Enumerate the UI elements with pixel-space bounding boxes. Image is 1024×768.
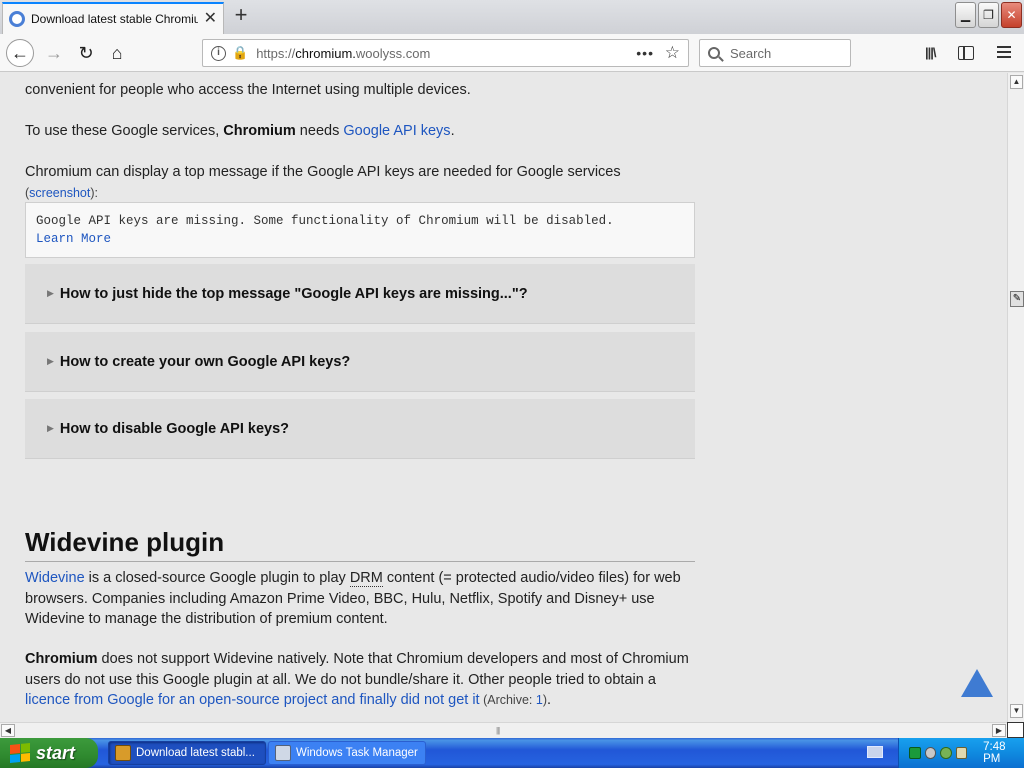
browser-app-icon — [115, 745, 131, 761]
browser-tab-strip: Download latest stable Chromium b ✕ + ▁ … — [0, 0, 1024, 34]
search-input[interactable] — [730, 45, 840, 61]
tab-title: Download latest stable Chromium b — [31, 12, 198, 26]
forward-arrow-icon: → — [45, 42, 63, 63]
taskbar-item-label: Windows Task Manager — [296, 747, 418, 759]
address-bar[interactable]: i 🔒 https:// chromium. woolyss.com ••• ☆ — [202, 39, 689, 67]
navigation-toolbar: ← → ↻ ⌂ i 🔒 https:// chromium. woolyss.c… — [0, 34, 1024, 72]
paragraph-top-message: Chromium can display a top message if th… — [25, 164, 621, 200]
paragraph-devices: convenient for people who access the Int… — [25, 82, 471, 98]
task-manager-icon — [275, 745, 291, 761]
accordion-label: How to just hide the top message "Google… — [59, 285, 528, 302]
bookmark-star-icon[interactable]: ☆ — [665, 43, 680, 63]
clock[interactable]: 7:48 PM — [983, 741, 1024, 765]
screenshot-link[interactable]: screenshot — [29, 186, 90, 200]
accordion-create-api-keys[interactable]: ▶ How to create your own Google API keys… — [25, 332, 695, 392]
forward-button[interactable]: → — [40, 39, 68, 67]
scroll-left-icon[interactable]: ◀ — [1, 724, 15, 737]
windows-logo-icon — [10, 742, 30, 764]
system-tray: 7:48 PM — [898, 738, 1024, 768]
secure-lock-icon[interactable]: 🔒 — [232, 45, 248, 61]
scroll-up-icon[interactable]: ▲ — [1010, 75, 1023, 89]
hamburger-menu-icon[interactable] — [997, 46, 1011, 58]
accordion-disable-api-keys[interactable]: ▶ How to disable Google API keys? — [25, 399, 695, 459]
api-keys-message-box: Google API keys are missing. Some functi… — [25, 202, 695, 258]
site-info-icon[interactable]: i — [211, 45, 226, 61]
search-bar[interactable] — [699, 39, 851, 67]
url-host: chromium. — [295, 45, 356, 61]
back-arrow-icon: ← — [11, 42, 29, 63]
archive-1-link[interactable]: 1 — [536, 693, 543, 707]
horizontal-scrollbar[interactable]: ◀ ||| ▶ — [0, 722, 1007, 738]
url-domain: woolyss.com — [355, 45, 431, 61]
expand-triangle-icon: ▶ — [47, 356, 54, 366]
windows-taskbar: start Download latest stabl... Windows T… — [0, 738, 1024, 768]
library-icon[interactable]: |||\ — [925, 45, 936, 60]
scroll-thumb[interactable]: ✎ — [1010, 291, 1024, 307]
expand-triangle-icon: ▶ — [47, 288, 54, 298]
scroll-grip[interactable]: ||| — [496, 726, 500, 735]
scroll-down-icon[interactable]: ▼ — [1010, 704, 1023, 718]
window-controls: ▁ ❐ ✕ — [955, 2, 1022, 28]
scroll-to-top-icon[interactable] — [961, 669, 993, 697]
code-line: Google API keys are missing. Some functi… — [36, 214, 614, 228]
tray-task-manager-icon[interactable] — [955, 747, 968, 759]
url-protocol: https:// — [256, 45, 296, 61]
widevine-link[interactable]: Widevine — [25, 570, 85, 586]
restore-button[interactable]: ❐ — [978, 2, 999, 28]
reload-button[interactable]: ↻ — [72, 39, 100, 67]
scrollbar-corner — [1007, 722, 1024, 738]
page-actions-icon[interactable]: ••• — [636, 45, 654, 61]
home-icon: ⌂ — [111, 42, 123, 63]
drm-abbreviation: DRM — [349, 570, 383, 587]
chromium-favicon-icon — [9, 11, 25, 27]
home-button[interactable]: ⌂ — [103, 39, 131, 67]
accordion-hide-top-message[interactable]: ▶ How to just hide the top message "Goog… — [25, 264, 695, 324]
google-api-keys-link[interactable]: Google API keys — [343, 123, 450, 139]
learn-more-link[interactable]: Learn More — [36, 232, 111, 246]
close-window-button[interactable]: ✕ — [1001, 2, 1022, 28]
page-content: convenient for people who access the Int… — [0, 73, 1007, 722]
taskbar-item-task-manager[interactable]: Windows Task Manager — [268, 741, 426, 765]
paragraph-widevine-intro: Widevine is a closed-source Google plugi… — [25, 570, 681, 627]
tray-security-icon[interactable] — [940, 747, 952, 759]
taskbar-item-browser[interactable]: Download latest stabl... — [108, 741, 266, 765]
accordion-label: How to disable Google API keys? — [59, 420, 290, 437]
start-label: start — [36, 742, 76, 763]
new-tab-button[interactable]: + — [230, 4, 252, 28]
back-button[interactable]: ← — [6, 39, 34, 67]
scroll-right-icon[interactable]: ▶ — [992, 724, 1006, 737]
paragraph-widevine-support: Chromium does not support Widevine nativ… — [25, 651, 689, 708]
vertical-scrollbar[interactable]: ▲ ✎ ▼ — [1007, 73, 1024, 722]
browser-tab-active[interactable]: Download latest stable Chromium b ✕ — [2, 2, 224, 34]
widevine-section-heading: Widevine plugin — [25, 527, 695, 562]
expand-triangle-icon: ▶ — [47, 423, 54, 433]
tab-close-icon[interactable]: ✕ — [204, 11, 217, 27]
keyboard-language-icon[interactable] — [867, 746, 883, 758]
paragraph-api-keys: To use these Google services, Chromium n… — [25, 123, 455, 139]
start-button[interactable]: start — [0, 738, 98, 768]
tray-status-icon[interactable] — [909, 747, 921, 759]
reload-icon: ↻ — [78, 42, 94, 63]
tray-network-icon[interactable] — [924, 747, 937, 759]
accordion-label: How to create your own Google API keys? — [59, 353, 351, 370]
taskbar-item-label: Download latest stabl... — [136, 747, 255, 759]
licence-from-google-link[interactable]: licence from Google for an open-source p… — [25, 692, 480, 708]
minimize-button[interactable]: ▁ — [955, 2, 976, 28]
sidebar-toggle-icon[interactable] — [958, 46, 974, 60]
search-icon — [708, 47, 720, 59]
